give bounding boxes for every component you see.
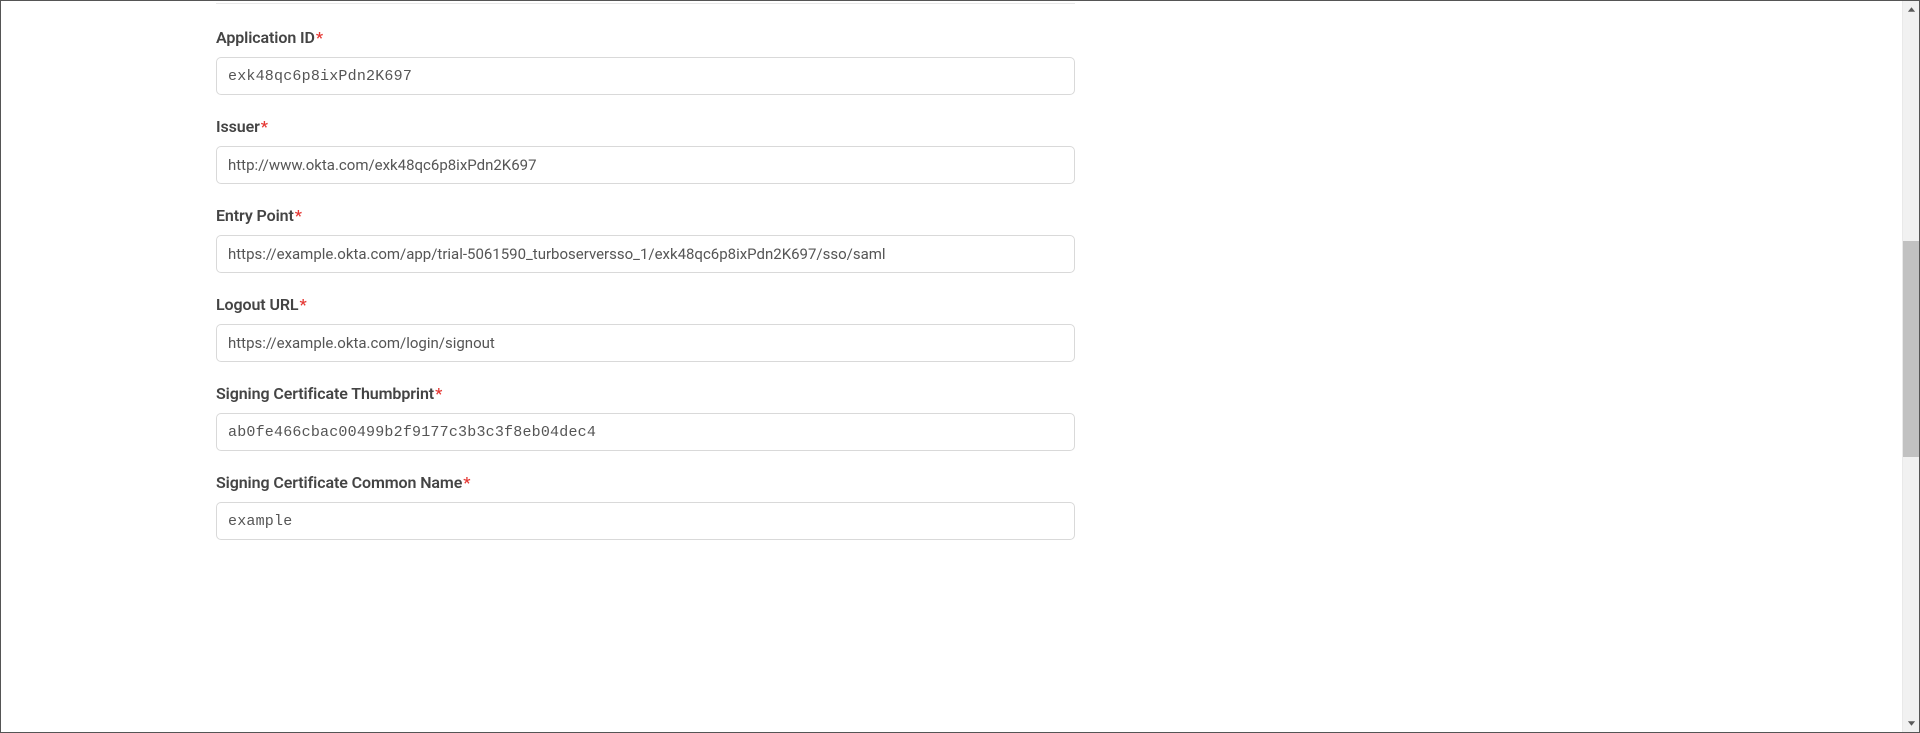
field-signing-cert-thumbprint: Signing Certificate Thumbprint* bbox=[216, 384, 1075, 451]
scroll-track[interactable] bbox=[1903, 18, 1919, 715]
section-divider bbox=[216, 3, 1075, 4]
scroll-up-button[interactable] bbox=[1903, 1, 1920, 18]
label-text-entry-point: Entry Point bbox=[216, 206, 294, 225]
input-signing-cert-thumbprint[interactable] bbox=[216, 413, 1075, 451]
field-entry-point: Entry Point* bbox=[216, 206, 1075, 273]
label-text-issuer: Issuer bbox=[216, 117, 260, 136]
field-signing-cert-common-name: Signing Certificate Common Name* bbox=[216, 473, 1075, 540]
field-application-id: Application ID* bbox=[216, 28, 1075, 95]
required-marker: * bbox=[261, 117, 268, 136]
input-entry-point[interactable] bbox=[216, 235, 1075, 273]
label-text-logout-url: Logout URL bbox=[216, 295, 298, 314]
label-signing-cert-thumbprint: Signing Certificate Thumbprint* bbox=[216, 384, 1075, 403]
required-marker: * bbox=[435, 384, 442, 403]
label-logout-url: Logout URL* bbox=[216, 295, 1075, 314]
chevron-up-icon bbox=[1907, 5, 1916, 14]
label-entry-point: Entry Point* bbox=[216, 206, 1075, 225]
label-issuer: Issuer* bbox=[216, 117, 1075, 136]
label-signing-cert-common-name: Signing Certificate Common Name* bbox=[216, 473, 1075, 492]
required-marker: * bbox=[295, 206, 302, 225]
label-text-signing-cert-thumbprint: Signing Certificate Thumbprint bbox=[216, 384, 434, 403]
viewport: Application ID* Issuer* Entry Point* bbox=[0, 0, 1920, 733]
required-marker: * bbox=[463, 473, 470, 492]
scroll-down-button[interactable] bbox=[1903, 715, 1920, 732]
label-application-id: Application ID* bbox=[216, 28, 1075, 47]
field-issuer: Issuer* bbox=[216, 117, 1075, 184]
input-signing-cert-common-name[interactable] bbox=[216, 502, 1075, 540]
input-application-id[interactable] bbox=[216, 57, 1075, 95]
required-marker: * bbox=[299, 295, 306, 314]
label-text-signing-cert-common-name: Signing Certificate Common Name bbox=[216, 473, 462, 492]
input-logout-url[interactable] bbox=[216, 324, 1075, 362]
required-marker: * bbox=[316, 28, 323, 47]
scroll-thumb[interactable] bbox=[1903, 241, 1920, 457]
form-column: Application ID* Issuer* Entry Point* bbox=[1, 1, 1075, 540]
chevron-down-icon bbox=[1907, 719, 1916, 728]
vertical-scrollbar[interactable] bbox=[1902, 1, 1919, 732]
field-logout-url: Logout URL* bbox=[216, 295, 1075, 362]
form-content-area: Application ID* Issuer* Entry Point* bbox=[1, 1, 1902, 732]
input-issuer[interactable] bbox=[216, 146, 1075, 184]
label-text-application-id: Application ID bbox=[216, 28, 315, 47]
